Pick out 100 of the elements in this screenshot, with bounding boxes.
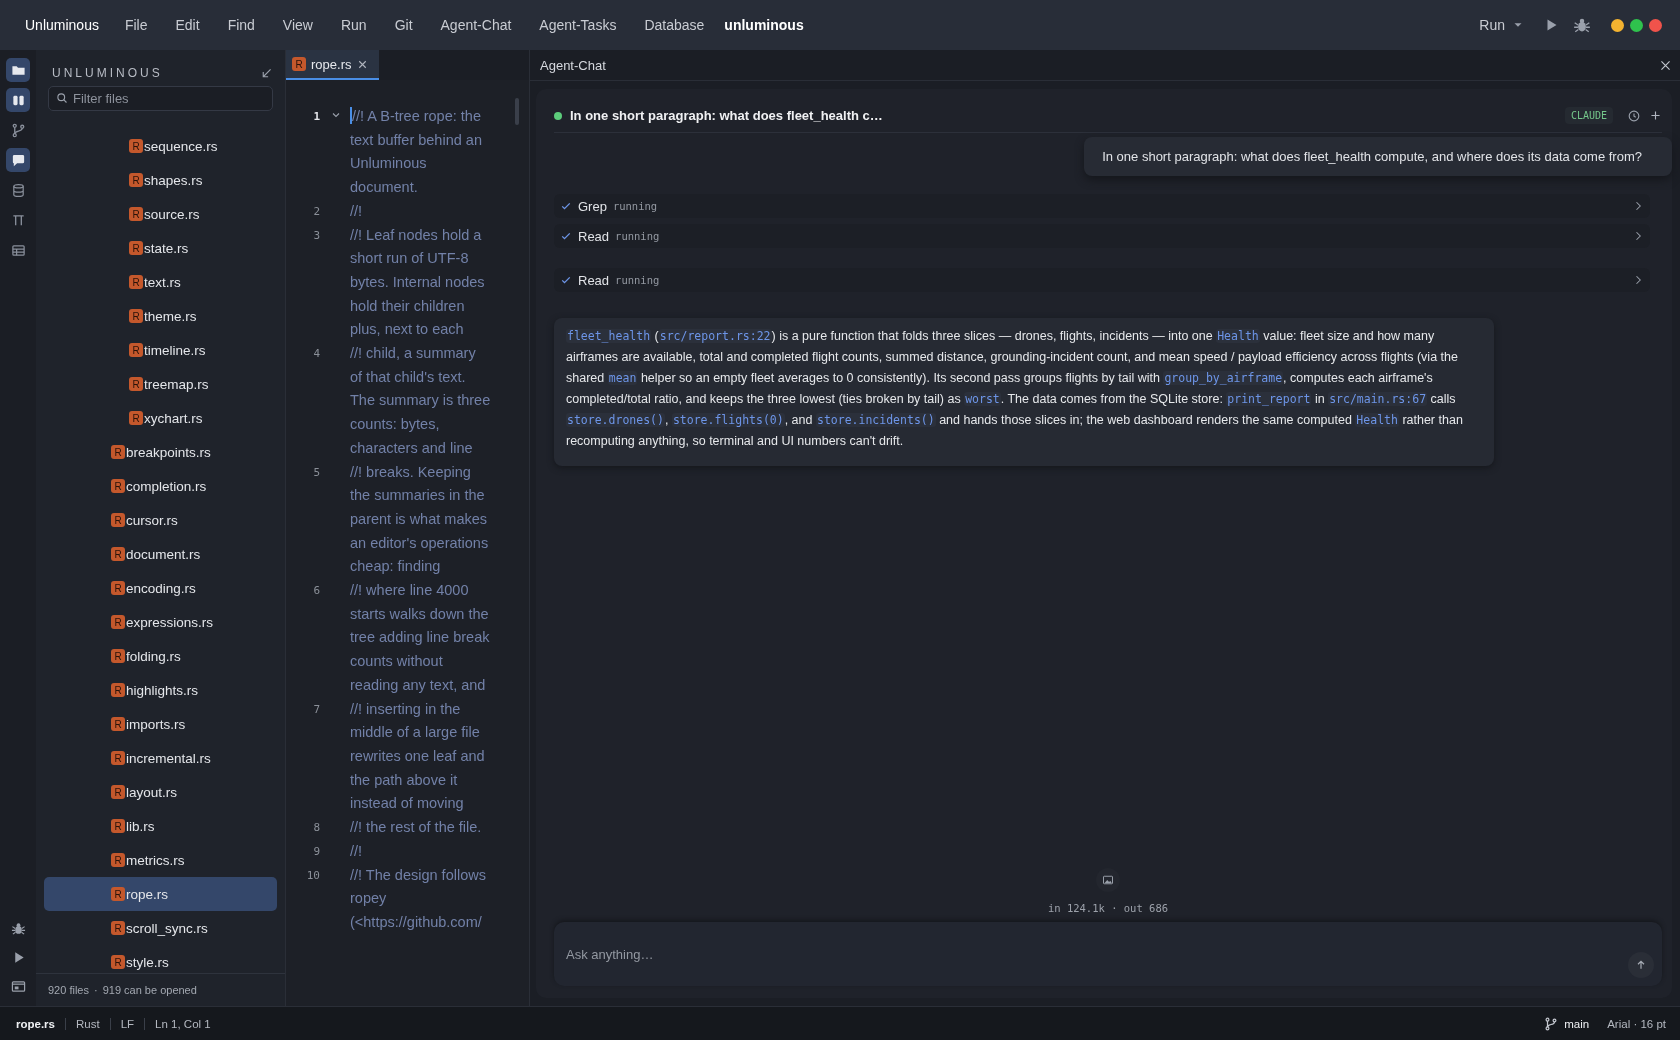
close-icon[interactable] <box>1659 58 1672 72</box>
status-dot <box>554 111 562 120</box>
bug-icon[interactable] <box>10 921 26 936</box>
rust-file-icon: R <box>111 513 125 527</box>
file-name: timeline.rs <box>144 342 206 358</box>
close-button[interactable] <box>1649 18 1662 32</box>
file-name: imports.rs <box>126 716 186 732</box>
font-info[interactable]: Arial · 16 pt <box>1607 1017 1666 1030</box>
search-icon <box>56 92 68 104</box>
tree-row[interactable]: R encoding.rs <box>44 571 277 605</box>
tree-row[interactable]: R lib.rs <box>44 809 277 843</box>
rust-file-icon: R <box>129 207 143 221</box>
run-config-label[interactable]: Run <box>1479 17 1505 33</box>
file-name: incremental.rs <box>126 750 211 766</box>
editor-tab[interactable]: R rope.rs <box>286 50 380 80</box>
tree-row[interactable]: R document.rs <box>44 537 277 571</box>
line-number: 4 <box>312 346 321 363</box>
rust-file-icon: R <box>111 479 125 493</box>
menu-item[interactable]: Edit <box>161 17 214 33</box>
line-number: 8 <box>312 820 321 837</box>
menu-item[interactable]: File <box>110 17 162 33</box>
arrow-up-icon <box>1635 959 1647 971</box>
menu-item[interactable]: Git <box>380 17 427 33</box>
tool-name: Read <box>578 272 610 288</box>
chat-input-field[interactable]: Ask anything… <box>554 922 1662 986</box>
minimize-button[interactable] <box>1611 18 1624 32</box>
menu-item[interactable]: Agent-Chat <box>426 17 526 33</box>
file-name: cursor.rs <box>126 512 178 528</box>
menu-item[interactable]: Agent-Tasks <box>525 17 631 33</box>
rust-file-icon: R <box>111 819 125 833</box>
tree-row[interactable]: R metrics.rs <box>44 843 277 877</box>
file-name: source.rs <box>144 206 200 222</box>
menu-item[interactable]: Database <box>630 17 719 33</box>
tree-row[interactable]: R layout.rs <box>44 775 277 809</box>
file-name: completion.rs <box>126 478 207 494</box>
tree-row[interactable]: R cursor.rs <box>44 503 277 537</box>
menu-item[interactable]: Run <box>326 17 381 33</box>
file-name: folding.rs <box>126 648 181 664</box>
tree-row[interactable]: R highlights.rs <box>44 673 277 707</box>
rust-file-icon: R <box>129 343 143 357</box>
tree-row[interactable]: R completion.rs <box>44 469 277 503</box>
scrollbar-thumb[interactable] <box>515 98 519 125</box>
tree-row[interactable]: R treemap.rs <box>44 367 277 401</box>
line-number: 6 <box>312 583 321 600</box>
tool-call-row[interactable]: Grep running <box>554 194 1650 218</box>
rust-file-icon: R <box>111 887 125 901</box>
collapse-icon[interactable] <box>260 66 273 80</box>
rust-file-icon: R <box>129 173 143 187</box>
tree-row[interactable]: R xychart.rs <box>44 401 277 435</box>
user-message: In one short paragraph: what does fleet_health compute, and where does its data come from? <box>1084 137 1672 176</box>
code-line: //! A B-tree rope: the text buffer behind an Unluminous document. <box>350 106 483 198</box>
line-number: 2 <box>312 203 321 220</box>
tree-row[interactable]: R timeline.rs <box>44 333 277 367</box>
attach-image-button[interactable] <box>1096 868 1120 892</box>
file-name: treemap.rs <box>144 376 209 392</box>
filter-field[interactable]: Filter files <box>48 86 273 111</box>
file-name: encoding.rs <box>126 580 196 596</box>
menu-item[interactable]: Find <box>213 17 269 33</box>
model-badge: CLAUDE <box>1564 107 1613 124</box>
status-item: rope.rs <box>16 1017 56 1030</box>
tree-row[interactable]: R sequence.rs <box>44 129 277 163</box>
tool-name: Read <box>578 228 610 244</box>
tool-call-row[interactable]: Read running <box>554 224 1650 248</box>
file-name: metrics.rs <box>126 852 185 868</box>
tree-row[interactable]: R text.rs <box>44 265 277 299</box>
branch-name[interactable]: main <box>1564 1017 1590 1030</box>
menu-item[interactable]: View <box>268 17 327 33</box>
tree-row[interactable]: R style.rs <box>44 945 277 973</box>
bug-icon[interactable] <box>1573 16 1591 34</box>
rust-file-icon: R <box>129 139 143 153</box>
tree-row[interactable]: R imports.rs <box>44 707 277 741</box>
tree-row[interactable]: R theme.rs <box>44 299 277 333</box>
tree-row[interactable]: R state.rs <box>44 231 277 265</box>
plus-icon[interactable] <box>1649 109 1662 122</box>
history-icon[interactable] <box>1627 108 1641 123</box>
tree-row[interactable]: R expressions.rs <box>44 605 277 639</box>
tool-call-row[interactable]: Read running <box>554 268 1650 292</box>
line-number: 7 <box>312 701 321 718</box>
rust-file-icon: R <box>111 853 125 867</box>
file-name: breakpoints.rs <box>126 444 211 460</box>
tree-row[interactable]: R incremental.rs <box>44 741 277 775</box>
panel-title: Agent-Chat <box>540 57 606 73</box>
project-name: unluminous <box>724 17 804 33</box>
tree-row[interactable]: R folding.rs <box>44 639 277 673</box>
terminal-icon[interactable] <box>10 979 26 994</box>
status-item: Rust <box>65 1017 110 1030</box>
code-line: //! Leaf nodes hold a short run of UTF-8 bytes. Internal nodes hold their children plus, next to each <box>350 225 486 340</box>
tree-row[interactable]: R scroll_sync.rs <box>44 911 277 945</box>
line-number: 3 <box>312 227 321 244</box>
tree-row[interactable]: R rope.rs <box>44 877 277 911</box>
status-item: LF <box>109 1017 145 1030</box>
file-name: lib.rs <box>126 818 155 834</box>
code-line: //! breaks. Keeping the summaries in the parent is what makes an editor's operations cheap: finding <box>350 462 490 577</box>
maximize-button[interactable] <box>1630 18 1643 32</box>
tree-row[interactable]: R source.rs <box>44 197 277 231</box>
tree-row[interactable]: R breakpoints.rs <box>44 435 277 469</box>
file-name: state.rs <box>144 240 189 256</box>
tree-row[interactable]: R shapes.rs <box>44 163 277 197</box>
code-line: //! The design follows ropey (<https://github.com/ <box>350 865 487 932</box>
file-name: scroll_sync.rs <box>126 920 208 936</box>
